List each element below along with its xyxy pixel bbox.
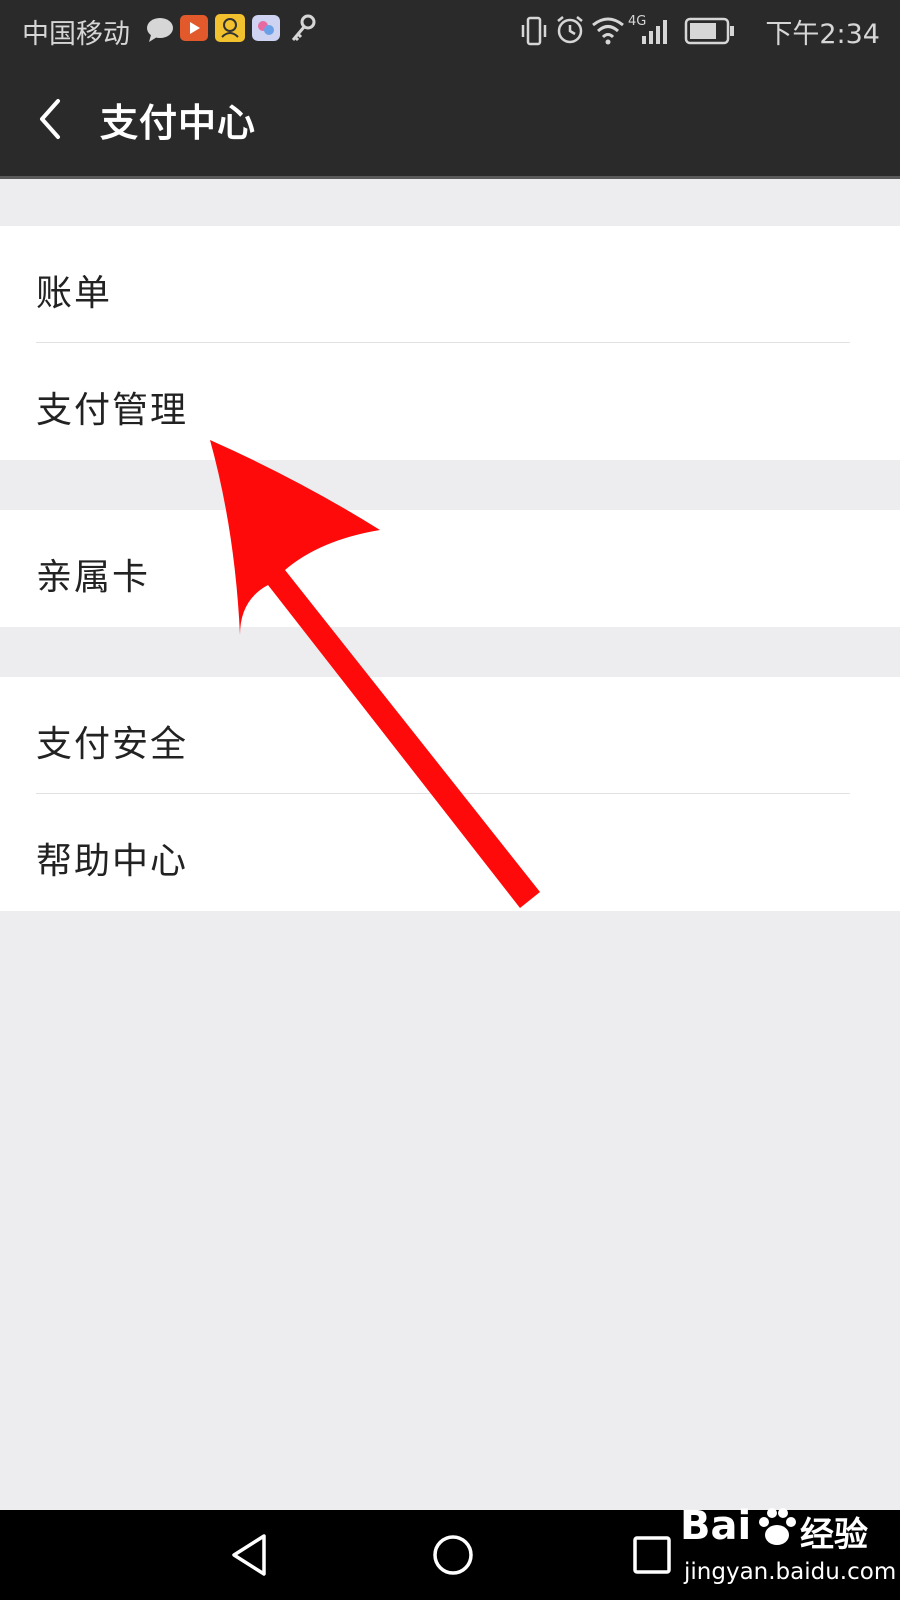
menu-item-label: 帮助中心 bbox=[36, 841, 189, 882]
menu-item-label: 支付安全 bbox=[36, 724, 189, 765]
circle-home-icon[interactable] bbox=[428, 1530, 478, 1580]
key-icon bbox=[291, 14, 316, 42]
wifi-icon bbox=[592, 17, 624, 45]
status-bar: 中国移动 4G 下午2:34 bbox=[0, 0, 900, 62]
status-time: 下午2:34 bbox=[765, 19, 880, 50]
page-title: 支付中心 bbox=[100, 101, 257, 145]
qq-icon bbox=[215, 14, 245, 42]
menu-item-label: 支付管理 bbox=[36, 390, 189, 431]
video-app-icon bbox=[180, 15, 208, 41]
header-divider bbox=[0, 176, 900, 179]
vibrate-icon bbox=[521, 16, 547, 46]
header-bar: 支付中心 bbox=[0, 62, 900, 176]
menu-item-label: 亲属卡 bbox=[36, 557, 151, 598]
battery-icon bbox=[684, 17, 734, 45]
paw-icon bbox=[759, 1508, 796, 1545]
back-button[interactable] bbox=[20, 82, 80, 156]
signal-icon bbox=[642, 20, 667, 44]
watermark-url: jingyan.baidu.com bbox=[684, 1559, 897, 1585]
menu-item-help-center[interactable]: 帮助中心 bbox=[0, 794, 900, 911]
app-icon bbox=[252, 15, 280, 41]
chevron-left-icon bbox=[40, 99, 60, 139]
menu-item-family-card[interactable]: 亲属卡 bbox=[0, 510, 900, 627]
menu-item-payment-security[interactable]: 支付安全 bbox=[0, 677, 900, 794]
menu-item-bill[interactable]: 账单 bbox=[0, 226, 900, 343]
baidu-watermark: Bai 经验 jingyan.baidu.com bbox=[680, 1503, 897, 1595]
alarm-icon bbox=[557, 16, 583, 44]
carrier-label: 中国移动 bbox=[22, 19, 130, 50]
chat-bubble-icon bbox=[147, 18, 173, 42]
triangle-back-icon[interactable] bbox=[228, 1530, 272, 1580]
menu-group-1: 账单 支付管理 bbox=[0, 226, 900, 460]
watermark-suffix: 经验 bbox=[800, 1515, 868, 1555]
watermark-brand: Bai bbox=[680, 1503, 752, 1549]
menu-group-2: 亲属卡 bbox=[0, 510, 900, 627]
menu-group-3: 支付安全 帮助中心 bbox=[0, 677, 900, 911]
square-recents-icon[interactable] bbox=[630, 1530, 674, 1580]
menu-item-payment-management[interactable]: 支付管理 bbox=[0, 343, 900, 460]
menu-item-label: 账单 bbox=[36, 273, 113, 314]
